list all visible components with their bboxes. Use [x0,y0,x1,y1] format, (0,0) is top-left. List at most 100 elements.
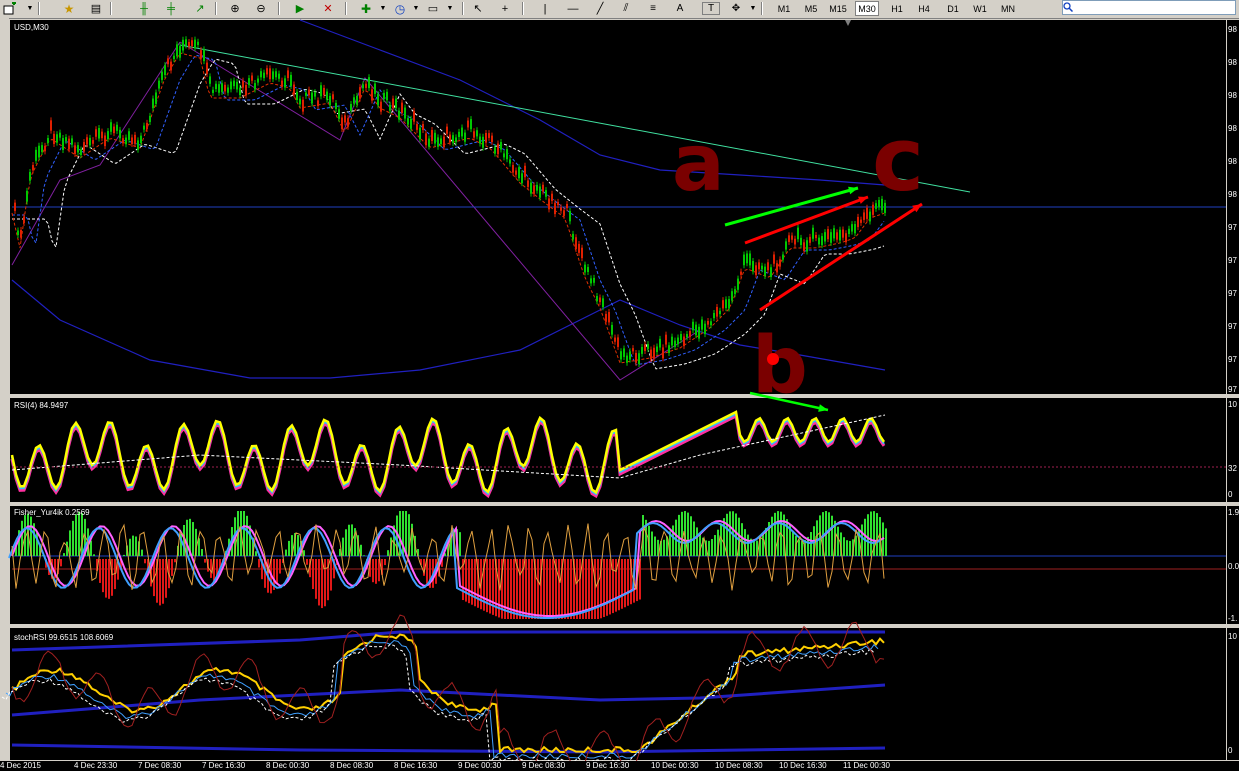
time-tick: 8 Dec 16:30 [394,761,438,770]
candle-body [404,107,406,119]
candle-body [761,265,763,270]
time-tick: 10 Dec 16:30 [779,761,827,770]
candle-body [356,95,358,105]
candle-body [656,346,658,353]
candle-body [326,91,328,100]
candle-body [353,97,355,104]
fisher-bar [210,559,212,578]
candle-body [755,265,757,276]
candle-body [683,336,685,347]
candle-body [221,83,223,92]
candle-body [143,125,145,130]
candle-body [464,132,466,142]
candle-body [770,267,772,277]
candle-body [194,39,196,49]
candle-body [74,145,76,154]
moving-average-line [12,54,885,366]
fisher-bar [474,559,476,607]
candle-body [59,132,61,138]
fisher-bar [468,559,470,604]
candle-body [410,118,412,129]
zigzag-line [11,41,181,266]
main-chart-title: USD,M30 [14,23,49,32]
candle-body [779,259,781,267]
candle-body [617,337,619,347]
candle-body [773,254,775,264]
candle-body [122,138,124,144]
candle-body [536,184,538,191]
candle-body [734,289,736,295]
candle-body [317,100,319,107]
candle-body [440,138,442,145]
candle-body [14,202,16,211]
time-tick: 11 Dec 00:30 [843,761,890,770]
fisher-bar [831,515,833,556]
fisher-bar [621,559,623,609]
fisher-bar [681,511,683,556]
candle-body [590,278,592,284]
time-tick: 9 Dec 16:30 [586,761,630,770]
candle-body [308,89,310,96]
candle-body [338,109,340,119]
fisher-bar [306,559,308,565]
candle-body [866,207,868,219]
candle-body [335,102,337,110]
fisher-bar [801,540,803,556]
candle-body [62,138,64,150]
fisher-bar [372,559,374,583]
time-tick: 4 Dec 23:30 [74,761,118,770]
candle-body [488,133,490,138]
shift-marker [845,20,851,26]
fisher-bar [570,559,572,619]
candle-body [851,224,853,232]
stoch-middle-band [11,683,886,717]
fisher-bar [546,559,548,619]
candle-body [641,346,643,354]
candle-body [569,210,571,222]
candle-body [368,77,370,89]
candle-body [365,83,367,88]
fisher-bar [81,513,83,556]
candle-body [68,138,70,150]
candle-body [542,184,544,192]
candle-body [728,299,730,309]
candle-body [236,81,238,90]
candle-body [473,131,475,138]
candle-body [608,312,610,323]
candle-body [287,70,289,79]
candle-body [833,228,835,239]
fisher-bar [714,535,716,556]
fisher-bar [330,559,332,591]
candle-body [503,153,505,158]
fisher-bar [192,522,194,556]
candle-body [479,136,481,144]
candle-body [659,338,661,348]
annotation-dot [767,353,779,365]
fisher-bar [258,559,260,568]
candle-body [242,80,244,88]
candle-body [662,347,664,359]
candle-body [809,236,811,243]
candle-body [857,216,859,228]
fisher-bar [60,559,62,567]
candle-body [539,186,541,198]
candle-body [599,297,601,303]
candle-body [263,72,265,79]
candle-body [545,190,547,197]
fisher-bar [579,559,581,619]
candle-body [44,145,46,152]
time-tick: 8 Dec 08:30 [330,761,374,770]
fisher-bar [387,550,389,556]
candle-body [689,330,691,337]
candle-body [92,140,94,144]
candle-body [731,291,733,301]
fisher-bar [531,559,533,619]
candle-body [575,237,577,249]
candle-body [185,39,187,46]
candle-body [392,98,394,109]
candle-body [161,71,163,80]
candle-body [98,128,100,139]
candle-body [665,334,667,345]
candle-body [845,233,847,243]
candle-body [302,99,304,112]
